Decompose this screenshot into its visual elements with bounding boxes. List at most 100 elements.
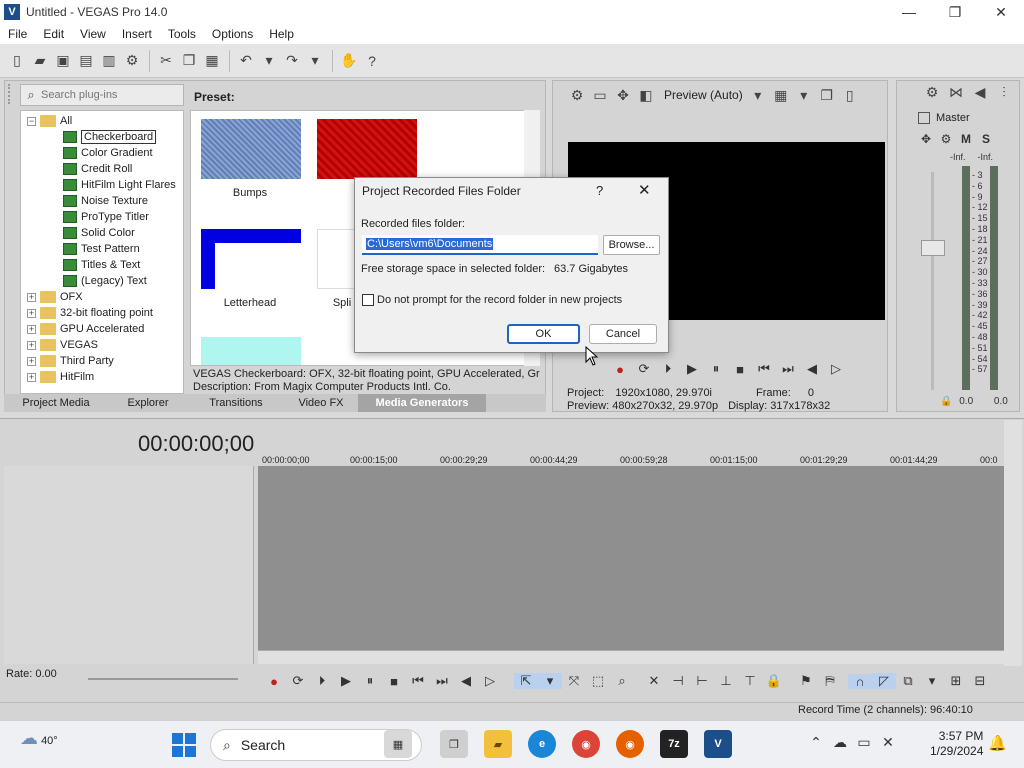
open-folder-icon[interactable]: ▰	[29, 50, 51, 72]
play-from-start-icon[interactable]: ⏵	[656, 361, 680, 377]
go-to-end-icon[interactable]: ⏭	[776, 361, 800, 377]
tree-node-ofx[interactable]: + OFX	[27, 289, 83, 305]
edit-tool-chevron-icon[interactable]: ▾	[538, 673, 562, 689]
network-icon[interactable]: ☁	[828, 734, 852, 751]
tl-stop-icon[interactable]: ■	[382, 674, 406, 689]
tree-node-vegas[interactable]: + VEGAS	[27, 337, 98, 353]
insert-marker-icon[interactable]: ⚑	[794, 673, 818, 689]
loop-icon[interactable]: ⟳	[632, 361, 656, 377]
trim-start-icon[interactable]: ⊢	[690, 673, 714, 689]
next-frame-icon[interactable]: ▷	[824, 361, 848, 377]
do-not-prompt-checkbox[interactable]	[362, 294, 374, 306]
tl-record-icon[interactable]: ●	[262, 674, 286, 689]
overlays-icon[interactable]: ◧	[635, 84, 657, 106]
task-view-icon[interactable]: ❐	[440, 730, 468, 758]
expand-icon[interactable]: +	[27, 356, 36, 366]
record-icon[interactable]: ●	[608, 362, 632, 377]
tab-explorer[interactable]: Explorer	[108, 394, 188, 412]
track-area[interactable]	[258, 466, 1004, 650]
tree-node-hitfilm-light-flares[interactable]: HitFilm Light Flares	[63, 177, 176, 193]
insert-region-icon[interactable]: ⛿	[818, 673, 842, 689]
snapping-magnet-icon[interactable]: ∩	[848, 673, 872, 689]
tree-node-legacy-text[interactable]: (Legacy) Text	[63, 273, 147, 289]
menu-view[interactable]: View	[72, 27, 114, 41]
cancel-button[interactable]: Cancel	[589, 324, 657, 344]
save-icon[interactable]: ▣	[52, 50, 74, 72]
grid-icon[interactable]: ▦	[770, 84, 792, 106]
master-mute-button[interactable]: M	[956, 132, 976, 146]
lock-icon[interactable]: 🔒	[762, 673, 786, 689]
tray-chevron-up-icon[interactable]: ⌃	[804, 734, 828, 751]
taskbar-clock[interactable]: 3:57 PM 1/29/2024	[930, 729, 983, 759]
monitor-icon[interactable]: ▭	[852, 734, 876, 751]
expand-icon[interactable]: +	[27, 340, 36, 350]
tab-project-media[interactable]: Project Media	[4, 394, 108, 412]
menu-file[interactable]: File	[0, 27, 35, 41]
preview-quality-chevron-icon[interactable]: ▾	[747, 84, 769, 106]
enable-snapping-icon[interactable]: ✋	[338, 50, 360, 72]
tl-play-icon[interactable]: ▶	[334, 673, 358, 689]
browse-button[interactable]: Browse...	[603, 235, 660, 255]
tab-video-fx[interactable]: Video FX	[284, 394, 358, 412]
collapse-icon[interactable]: −	[27, 116, 36, 126]
tree-node-titles-text[interactable]: Titles & Text	[63, 257, 140, 273]
tree-node-gpu[interactable]: + GPU Accelerated	[27, 321, 144, 337]
new-file-icon[interactable]: ▯	[6, 50, 28, 72]
prev-frame-icon[interactable]: ◀	[800, 361, 824, 377]
dialog-close-button[interactable]: ✕	[638, 181, 651, 199]
ripple-chevron-icon[interactable]: ▾	[920, 673, 944, 689]
cut-icon[interactable]: ✂	[155, 50, 177, 72]
preset-thumb-letterhead[interactable]	[201, 229, 301, 289]
minimize-button[interactable]: —	[886, 0, 932, 24]
start-button[interactable]	[172, 733, 196, 757]
tree-node-hitfilm[interactable]: + HitFilm	[27, 369, 94, 385]
copy-snapshot-icon[interactable]: ❐	[816, 84, 838, 106]
tree-node-solid-color[interactable]: Solid Color	[63, 225, 135, 241]
tl-loop-icon[interactable]: ⟳	[286, 673, 310, 689]
properties-gear-icon[interactable]: ⚙	[121, 50, 143, 72]
master-gear-icon[interactable]: ⚙	[920, 84, 944, 101]
save-snapshot-icon[interactable]: ▯	[839, 84, 861, 106]
paste-icon[interactable]: ▦	[201, 50, 223, 72]
firefox-icon[interactable]: ◉	[616, 730, 644, 758]
grid-chevron-icon[interactable]: ▾	[793, 84, 815, 106]
go-to-start-icon[interactable]: ⏮	[752, 361, 776, 377]
weather-widget[interactable]: ☁ 40°	[20, 728, 58, 749]
file-explorer-icon[interactable]: ▰	[484, 730, 512, 758]
tl-prev-frame-icon[interactable]: ◀	[454, 673, 478, 689]
tl-go-start-icon[interactable]: ⏮	[406, 673, 430, 689]
stop-icon[interactable]: ■	[728, 362, 752, 377]
tree-node-third-party[interactable]: + Third Party	[27, 353, 114, 369]
split-screen-icon[interactable]: ✥	[612, 84, 634, 106]
ignore-grouping-icon[interactable]: ⊟	[968, 673, 992, 689]
external-monitor-icon[interactable]: ▭	[589, 84, 611, 106]
notification-bell-icon[interactable]: 🔔	[988, 734, 1007, 752]
master-fx-gear-icon[interactable]: ⚙	[936, 132, 956, 146]
master-mixer-icon[interactable]: ⫶	[992, 84, 1016, 101]
master-fader-knob[interactable]	[921, 240, 945, 256]
master-speaker-icon[interactable]: ◀	[968, 84, 992, 101]
pause-icon[interactable]: ⏸	[704, 361, 728, 377]
split-icon[interactable]: ⊤	[738, 673, 762, 689]
master-lock-icon[interactable]: 🔒	[940, 396, 952, 407]
render-icon[interactable]: ▥	[98, 50, 120, 72]
tree-node-test-pattern[interactable]: Test Pattern	[63, 241, 140, 257]
master-fx-insert-icon[interactable]: ✥	[916, 132, 936, 146]
save-as-icon[interactable]: ▤	[75, 50, 97, 72]
widgets-icon[interactable]: ▦	[384, 730, 412, 758]
tl-pause-icon[interactable]: ⏸	[358, 673, 382, 689]
timeline-horizontal-scrollbar[interactable]	[258, 650, 1004, 664]
trim-icon[interactable]: ⊣	[666, 673, 690, 689]
master-fx-icon[interactable]: ⋈	[944, 84, 968, 101]
tree-node-checkerboard[interactable]: Checkerboard	[63, 129, 157, 145]
timeline-vertical-scrollbar[interactable]	[1004, 420, 1022, 666]
envelope-tool-icon[interactable]: ⤧	[562, 673, 586, 689]
trim-end-icon[interactable]: ⊥	[714, 673, 738, 689]
preset-thumb-split[interactable]	[317, 229, 357, 289]
rate-slider[interactable]	[88, 678, 238, 680]
play-icon[interactable]: ▶	[680, 361, 704, 377]
tl-play-from-start-icon[interactable]: ⏵	[310, 673, 334, 689]
tree-node-color-gradient[interactable]: Color Gradient	[63, 145, 153, 161]
expand-icon[interactable]: +	[27, 324, 36, 334]
tree-node-32bit[interactable]: + 32-bit floating point	[27, 305, 153, 321]
